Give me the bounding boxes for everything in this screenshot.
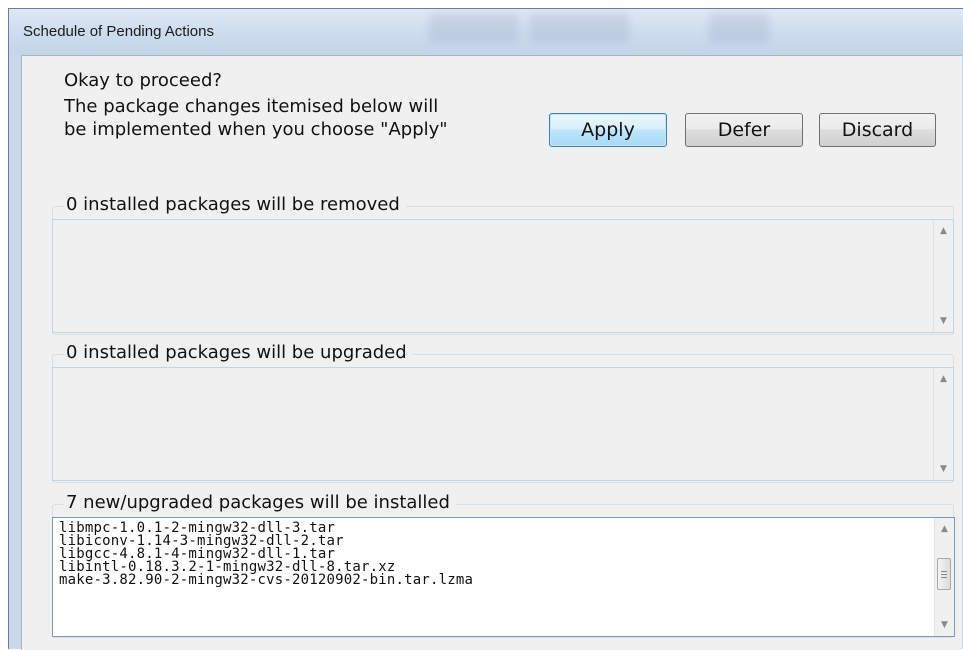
title-bar[interactable]: Schedule of Pending Actions bbox=[9, 9, 963, 55]
upgraded-scrollbar[interactable]: ▲ ▼ bbox=[933, 368, 953, 480]
scroll-up-arrow-icon[interactable]: ▲ bbox=[934, 222, 953, 240]
installed-listbox[interactable]: libmpc-1.0.1-2-mingw32-dll-3.tar libicon… bbox=[52, 517, 955, 637]
prompt-heading: Okay to proceed? bbox=[64, 70, 222, 91]
prompt-line-2: be implemented when you choose "Apply" bbox=[64, 119, 448, 140]
prompt-line-1: The package changes itemised below will bbox=[64, 96, 439, 117]
scroll-up-arrow-icon[interactable]: ▲ bbox=[935, 520, 954, 538]
list-item[interactable]: make-3.82.90-2-mingw32-cvs-20120902-bin.… bbox=[59, 573, 930, 587]
dialog-window: Schedule of Pending Actions Okay to proc… bbox=[8, 8, 963, 650]
scroll-up-arrow-icon[interactable]: ▲ bbox=[934, 370, 953, 388]
installed-label: 7 new/upgraded packages will be installe… bbox=[64, 492, 456, 513]
scroll-down-arrow-icon[interactable]: ▼ bbox=[934, 460, 953, 478]
defer-button[interactable]: Defer bbox=[685, 113, 803, 147]
installed-scrollbar[interactable]: ▲ ▼ bbox=[934, 518, 954, 636]
window-title: Schedule of Pending Actions bbox=[23, 23, 214, 40]
removed-label: 0 installed packages will be removed bbox=[64, 194, 406, 215]
scroll-down-arrow-icon[interactable]: ▼ bbox=[934, 312, 953, 330]
discard-button[interactable]: Discard bbox=[819, 113, 936, 147]
upgraded-label: 0 installed packages will be upgraded bbox=[64, 342, 413, 363]
removed-listbox[interactable]: ▲ ▼ bbox=[52, 219, 954, 333]
scroll-down-arrow-icon[interactable]: ▼ bbox=[935, 616, 954, 634]
scrollbar-thumb[interactable] bbox=[937, 558, 951, 590]
apply-button[interactable]: Apply bbox=[549, 113, 667, 147]
upgraded-listbox[interactable]: ▲ ▼ bbox=[52, 367, 954, 481]
installed-items: libmpc-1.0.1-2-mingw32-dll-3.tar libicon… bbox=[59, 521, 930, 587]
scrollbar-grip-icon bbox=[941, 573, 947, 575]
removed-scrollbar[interactable]: ▲ ▼ bbox=[933, 220, 953, 332]
dialog-body: Okay to proceed? The package changes ite… bbox=[21, 55, 962, 650]
